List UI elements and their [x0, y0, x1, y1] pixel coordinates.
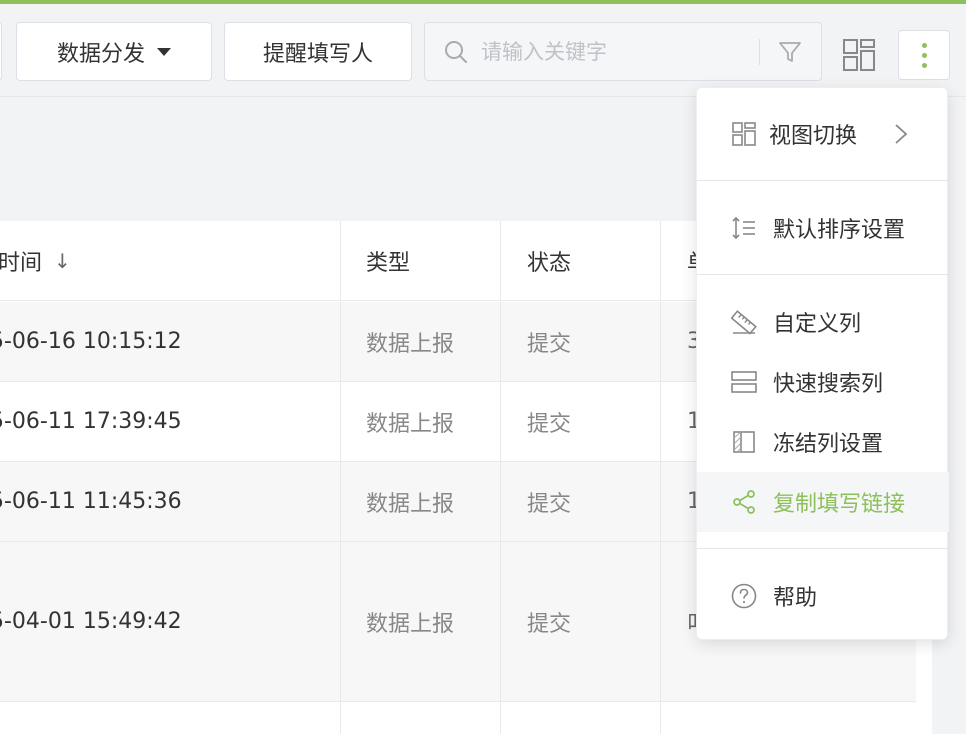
share-icon: [733, 490, 755, 514]
cell-time-text: 25-06-11 11:45:36: [0, 489, 182, 514]
menu-item-label: 快速搜索列: [773, 372, 884, 397]
menu-item-label: 默认排序设置: [773, 218, 906, 243]
search-box: [424, 22, 822, 81]
menu-divider: [697, 548, 949, 549]
cell-status-text: 提交: [527, 411, 572, 437]
cell-status: 提交: [501, 462, 661, 541]
menu-item-help[interactable]: 帮助: [697, 566, 949, 626]
more-options-button[interactable]: [898, 30, 950, 80]
data-distribute-label: 数据分发: [56, 41, 145, 67]
cell-type: 数据上报: [341, 302, 501, 381]
data-distribute-button[interactable]: 数据分发: [16, 22, 212, 81]
menu-item-label: 复制填写链接: [773, 492, 906, 517]
cell-time-text: 25-06-11 17:39:45: [0, 409, 182, 434]
toolbar: 数据分发 提醒填写人: [0, 4, 966, 97]
cell-type-text: 数据上报: [366, 411, 455, 437]
header-status-label: 状态: [527, 250, 572, 276]
cell-time: 25-04-01 15:49:42: [0, 542, 341, 701]
cell-type-text: 数据上报: [366, 491, 455, 517]
menu-item-label: 视图切换: [769, 124, 858, 149]
more-dot: [921, 62, 927, 68]
menu-divider: [697, 274, 949, 275]
rows-icon: [731, 371, 757, 393]
cell-type: 数据上报: [341, 382, 501, 461]
header-type-label: 类型: [366, 250, 411, 276]
cell-status: 提交: [501, 382, 661, 461]
cell-type: [341, 702, 501, 734]
cell-time-text: 25-04-01 15:49:42: [0, 609, 182, 634]
ruler-icon: [731, 310, 757, 335]
cell-more: [661, 702, 916, 734]
cell-time: [0, 702, 341, 734]
more-vertical-icon: [921, 42, 927, 48]
more-options-dropdown: 视图切换 默认排序设置 自定义列 快速搜索列 冻结列设置 复制填写链接 帮助: [696, 87, 949, 640]
cell-status-text: 提交: [527, 331, 572, 357]
cell-status: 提交: [501, 302, 661, 381]
help-circle-icon: [731, 583, 757, 609]
cell-type: 数据上报: [341, 462, 501, 541]
cell-status: [501, 702, 661, 734]
caret-down-icon: [157, 47, 171, 56]
more-dot: [921, 52, 927, 58]
header-time-label: 新时间: [0, 250, 43, 276]
search-separator: [759, 39, 760, 65]
menu-item-freeze-columns[interactable]: 冻结列设置: [697, 412, 949, 472]
cell-status-text: 提交: [527, 611, 572, 637]
layout-icon[interactable]: [842, 38, 876, 72]
filter-icon[interactable]: [777, 39, 803, 65]
menu-item-label: 帮助: [773, 586, 818, 611]
cell-status: 提交: [501, 542, 661, 701]
menu-item-quick-search-columns[interactable]: 快速搜索列: [697, 352, 949, 412]
cell-type-text: 数据上报: [366, 331, 455, 357]
menu-item-custom-columns[interactable]: 自定义列: [697, 292, 949, 352]
layout-icon: [732, 122, 756, 146]
menu-item-label: 冻结列设置: [773, 432, 884, 457]
search-input[interactable]: [481, 35, 771, 69]
remind-filler-button[interactable]: 提醒填写人: [224, 22, 412, 81]
cell-time: 25-06-16 10:15:12: [0, 302, 341, 381]
freeze-column-icon: [733, 431, 755, 453]
cell-type-text: 数据上报: [366, 611, 455, 637]
menu-item-view-switch[interactable]: 视图切换: [697, 104, 949, 164]
cell-type: 数据上报: [341, 542, 501, 701]
sort-lines-icon: [732, 216, 755, 240]
menu-divider: [697, 180, 949, 181]
table-row[interactable]: [0, 702, 916, 734]
header-type[interactable]: 类型: [341, 221, 501, 300]
cell-status-text: 提交: [527, 491, 572, 517]
header-time[interactable]: 新时间 ↓: [0, 221, 341, 300]
menu-item-label: 自定义列: [773, 312, 862, 337]
cell-time: 25-06-11 11:45:36: [0, 462, 341, 541]
search-icon: [445, 41, 467, 63]
sort-down-icon[interactable]: ↓: [54, 249, 71, 273]
cell-time-text: 25-06-16 10:15:12: [0, 329, 182, 354]
header-status[interactable]: 状态: [501, 221, 661, 300]
cell-time: 25-06-11 17:39:45: [0, 382, 341, 461]
menu-item-default-sort[interactable]: 默认排序设置: [697, 198, 949, 258]
chevron-right-icon: [895, 124, 908, 144]
truncated-button[interactable]: [0, 22, 2, 81]
menu-item-copy-fill-link[interactable]: 复制填写链接: [697, 472, 949, 532]
remind-filler-label: 提醒填写人: [262, 41, 373, 67]
